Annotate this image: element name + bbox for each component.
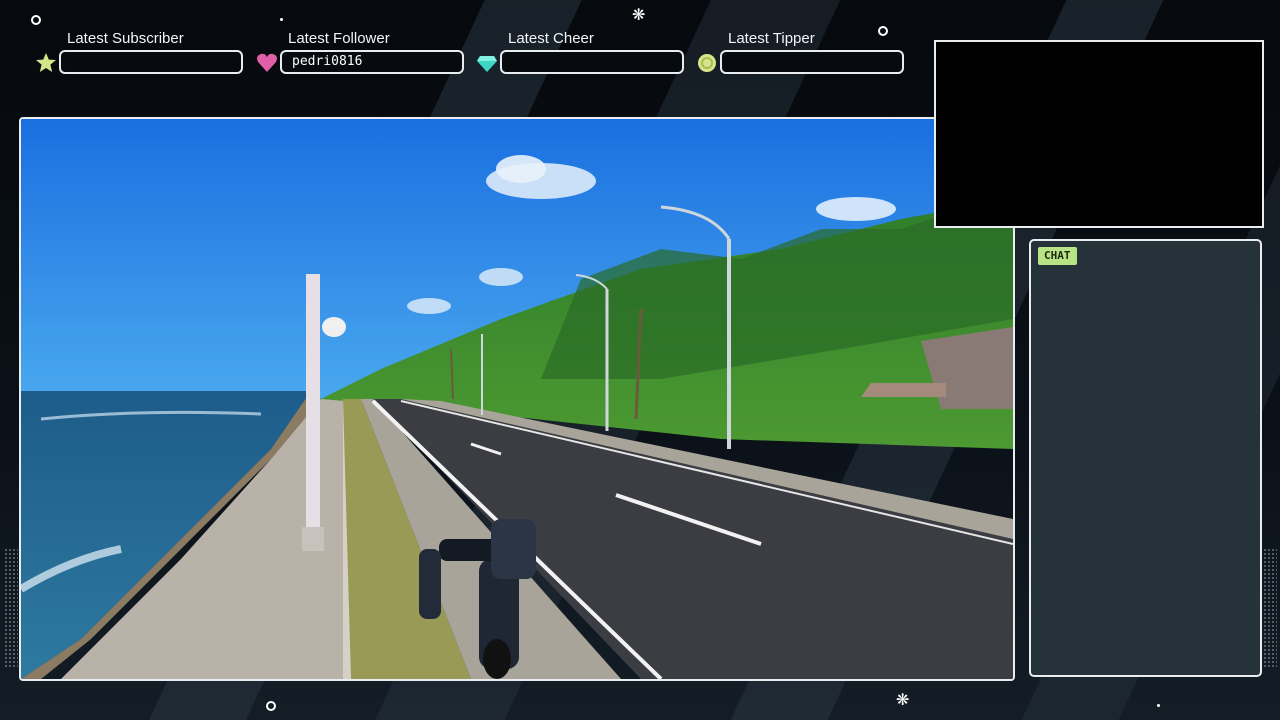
ring-decoration [31, 15, 41, 25]
webcam-frame [934, 40, 1264, 228]
star-icon [36, 53, 56, 72]
chat-panel: CHAT [1029, 239, 1262, 677]
coin-icon [698, 54, 716, 72]
ring-decoration [266, 701, 276, 711]
alert-title: Latest Subscriber [67, 30, 184, 47]
latest-cheer-value [500, 50, 684, 74]
ring-decoration [878, 26, 888, 36]
chat-tab: CHAT [1038, 247, 1077, 265]
stream-video-frame [19, 117, 1015, 681]
latest-follower-value: pedri0816 [280, 50, 464, 74]
alert-title: Latest Tipper [728, 30, 815, 47]
dot-decoration [1157, 704, 1160, 707]
dot-decoration [280, 18, 283, 21]
pixel-pattern [1263, 548, 1277, 668]
pixel-pattern [4, 548, 18, 668]
snowflake-icon: ❋ [632, 5, 646, 24]
heart-icon [257, 53, 277, 72]
alert-title: Latest Cheer [508, 30, 594, 47]
latest-tipper-value [720, 50, 904, 74]
coastal-road-scene [21, 119, 1013, 679]
gem-icon [477, 56, 497, 72]
alert-title: Latest Follower [288, 30, 390, 47]
snowflake-icon: ❋ [896, 690, 910, 709]
latest-subscriber-value [59, 50, 243, 74]
